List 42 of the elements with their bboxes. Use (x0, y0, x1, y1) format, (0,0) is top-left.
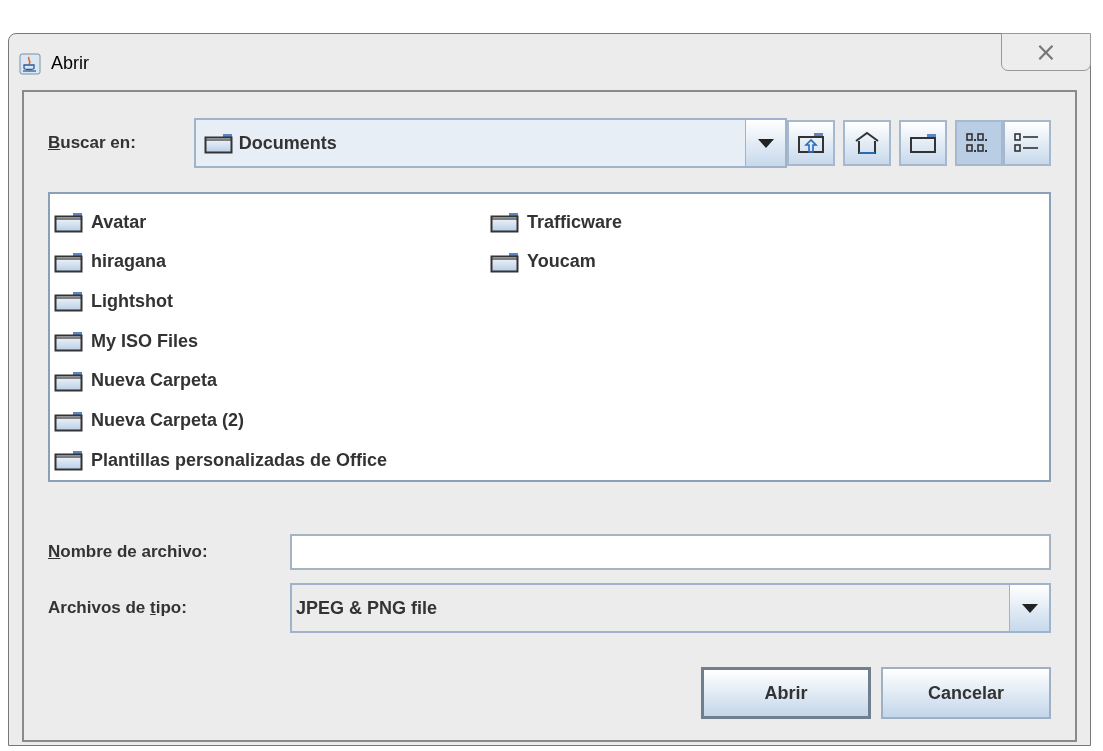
file-name-field[interactable] (290, 534, 1051, 570)
folder-icon (54, 449, 83, 472)
folder-icon (54, 330, 83, 353)
dropdown-value: Documents (238, 131, 337, 155)
caret-icon (757, 138, 774, 148)
file-name-label: Nombre de archivo: (48, 541, 209, 564)
folder-icon (490, 211, 519, 233)
folder-item[interactable]: Nueva Carpeta (54, 360, 490, 401)
folder-item[interactable]: Youcam (490, 241, 623, 282)
dropdown-value: JPEG & PNG file (295, 596, 439, 620)
folder-icon (54, 369, 83, 392)
toolbar-button[interactable] (843, 120, 891, 166)
folder-item[interactable]: My ISO Files (54, 321, 490, 362)
folder-icon (203, 132, 233, 154)
folder-item[interactable]: Trafficware (490, 202, 623, 242)
caret-icon (1021, 603, 1038, 613)
close-button[interactable]: ⨯ (1001, 33, 1091, 71)
folder-item[interactable]: hiragana (54, 241, 490, 282)
java-cup-icon (19, 52, 41, 75)
details-view-icon (1013, 131, 1041, 155)
folder-up-icon (797, 131, 825, 155)
look-in-label: Buscar en: (48, 132, 137, 155)
toolbar-button[interactable] (787, 120, 835, 166)
folder-icon (490, 250, 519, 273)
look-in-dropdown[interactable]: Documents (193, 118, 787, 168)
window-title: Abrir (51, 52, 89, 75)
folder-icon (54, 290, 83, 313)
folder-item[interactable]: Plantillas personalizadas de Office (54, 440, 490, 481)
file-type-label: Archivos de tipo: (48, 597, 188, 620)
toolbar-button[interactable] (1003, 120, 1051, 166)
toolbar-button[interactable] (899, 120, 947, 166)
dialog-button[interactable]: Abrir (701, 667, 871, 719)
folder-item[interactable]: Nueva Carpeta (2) (54, 400, 490, 441)
folder-icon (54, 211, 83, 233)
folder-icon (54, 409, 83, 432)
home-icon (853, 130, 881, 156)
folder-item[interactable]: Lightshot (54, 281, 490, 322)
file-type-dropdown[interactable]: JPEG & PNG file (290, 583, 1051, 633)
dialog-button[interactable]: Cancelar (881, 667, 1051, 719)
folder-item[interactable]: Avatar (54, 202, 490, 242)
folder-icon (909, 132, 937, 154)
folder-icon (54, 250, 83, 273)
